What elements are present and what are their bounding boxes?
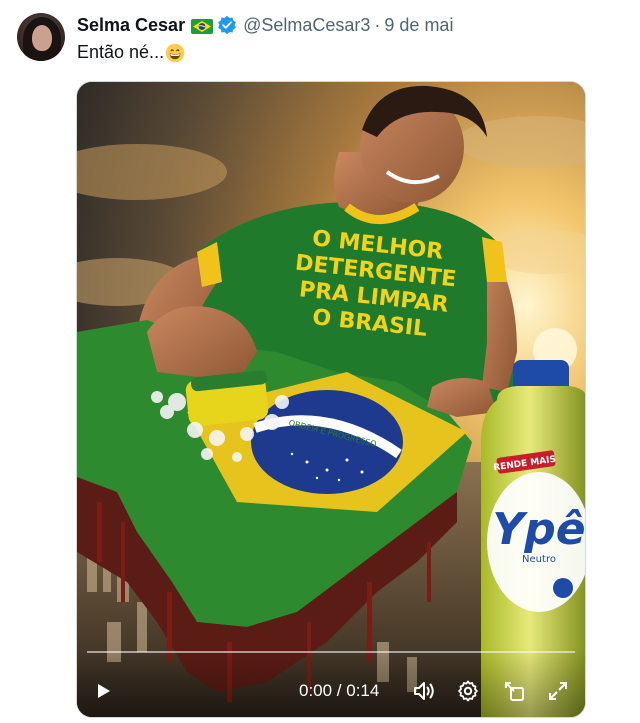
play-icon (98, 684, 110, 698)
gear-icon (458, 680, 478, 702)
tweet-date[interactable]: 9 de mai (384, 15, 453, 36)
popout-button[interactable] (500, 677, 528, 705)
play-button[interactable] (89, 677, 117, 705)
time-display: 0:00 / 0:14 (299, 681, 380, 700)
video-frame-image: O MELHOR DETERGENTE PRA LIMPAR O BRASIL (77, 82, 585, 717)
verified-badge-icon[interactable] (217, 15, 237, 35)
avatar-face (32, 25, 52, 51)
handle[interactable]: @SelmaCesar3 (243, 15, 370, 36)
tweet-text: Então né... (77, 42, 185, 63)
separator-dot: · (374, 14, 381, 35)
tweet-text-body: Então né... (77, 42, 165, 62)
video-controls: 0:00 / 0:14 (77, 647, 585, 717)
volume-button[interactable] (410, 677, 438, 705)
fullscreen-button[interactable] (544, 677, 572, 705)
popout-icon (505, 682, 524, 701)
bottle-variant-label: Neutro (522, 554, 556, 565)
progress-bar[interactable] (87, 651, 575, 653)
fullscreen-icon (549, 682, 567, 700)
grinning-face-emoji-icon (165, 43, 185, 63)
brazil-flag-icon (191, 18, 214, 34)
settings-button[interactable] (454, 677, 482, 705)
avatar[interactable] (17, 13, 65, 61)
tweet[interactable]: Selma Cesar @SelmaCesar3 · 9 de mai Entã… (0, 0, 640, 723)
tweet-header: Selma Cesar @SelmaCesar3 · 9 de mai (77, 14, 453, 36)
video-player[interactable]: O MELHOR DETERGENTE PRA LIMPAR O BRASIL (76, 81, 586, 718)
volume-icon (414, 682, 434, 700)
bottle-brand-label: Ypê (492, 504, 585, 555)
display-name[interactable]: Selma Cesar (77, 15, 185, 36)
